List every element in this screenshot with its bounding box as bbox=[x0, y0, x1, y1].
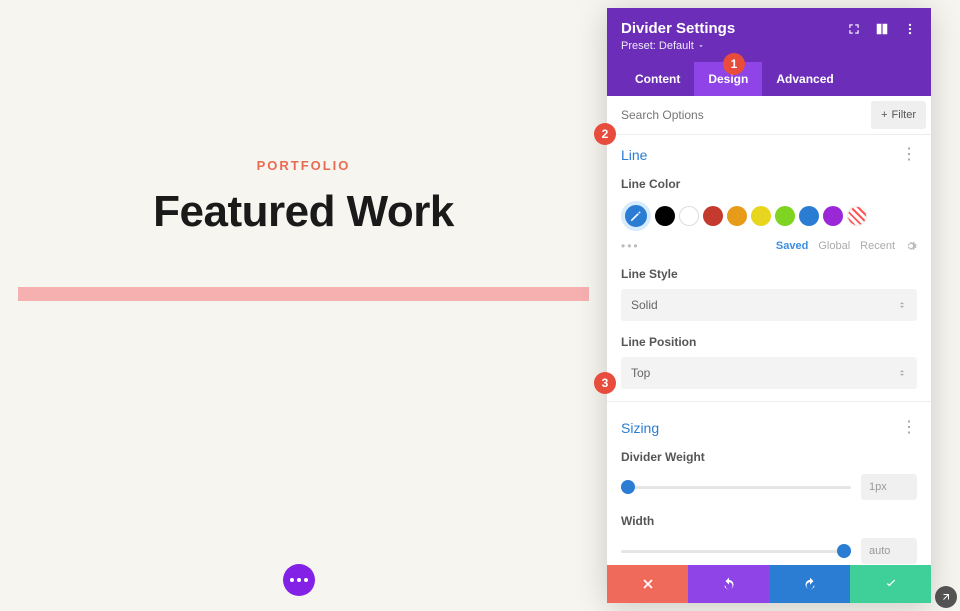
swatch-yellow[interactable] bbox=[751, 206, 771, 226]
page-preview: PORTFOLIO Featured Work bbox=[0, 0, 607, 301]
divider-weight-value[interactable]: 1px bbox=[861, 474, 917, 500]
tab-advanced[interactable]: Advanced bbox=[762, 62, 847, 96]
section-sizing-menu[interactable]: ⋮ bbox=[901, 420, 917, 436]
width-value[interactable]: auto bbox=[861, 538, 917, 564]
section-sizing-title[interactable]: Sizing bbox=[621, 420, 659, 436]
swatch-none[interactable] bbox=[847, 206, 867, 226]
section-line: Line ⋮ Line Color ••• bbox=[607, 135, 931, 395]
swatch-white[interactable] bbox=[679, 206, 699, 226]
settings-panel: Divider Settings Preset: Default Content… bbox=[607, 8, 931, 603]
panel-footer bbox=[607, 565, 931, 603]
undo-button[interactable] bbox=[688, 565, 769, 603]
annotation-2: 2 bbox=[594, 123, 616, 145]
annotation-3: 3 bbox=[594, 372, 616, 394]
width-label: Width bbox=[621, 514, 917, 528]
section-line-menu[interactable]: ⋮ bbox=[901, 147, 917, 163]
palette-saved[interactable]: Saved bbox=[776, 240, 808, 252]
divider-weight-label: Divider Weight bbox=[621, 450, 917, 464]
swatch-purple[interactable] bbox=[823, 206, 843, 226]
line-color-label: Line Color bbox=[621, 177, 917, 191]
resize-handle[interactable] bbox=[935, 586, 957, 608]
annotation-1: 1 bbox=[723, 53, 745, 75]
preset-selector[interactable]: Preset: Default bbox=[621, 40, 917, 52]
kebab-icon[interactable] bbox=[903, 22, 917, 36]
section-sizing: Sizing ⋮ Divider Weight 1px Width auto M… bbox=[607, 408, 931, 565]
color-swatches bbox=[621, 201, 917, 231]
page-title: Featured Work bbox=[0, 187, 607, 237]
page-subtitle: PORTFOLIO bbox=[0, 158, 607, 173]
tab-content[interactable]: Content bbox=[621, 62, 694, 96]
line-style-select[interactable]: Solid bbox=[621, 289, 917, 321]
swatch-more[interactable]: ••• bbox=[621, 239, 640, 253]
divider-weight-slider[interactable] bbox=[621, 486, 851, 489]
swatch-black[interactable] bbox=[655, 206, 675, 226]
columns-icon[interactable] bbox=[875, 22, 889, 36]
swatch-red[interactable] bbox=[703, 206, 723, 226]
cancel-button[interactable] bbox=[607, 565, 688, 603]
save-button[interactable] bbox=[850, 565, 931, 603]
swatch-green[interactable] bbox=[775, 206, 795, 226]
swatch-orange[interactable] bbox=[727, 206, 747, 226]
line-position-select[interactable]: Top bbox=[621, 357, 917, 389]
search-input[interactable] bbox=[607, 96, 871, 134]
section-line-title[interactable]: Line bbox=[621, 147, 647, 163]
swatch-blue[interactable] bbox=[799, 206, 819, 226]
gear-icon[interactable] bbox=[905, 240, 917, 252]
panel-body: Line ⋮ Line Color ••• bbox=[607, 135, 931, 565]
filter-button[interactable]: +Filter bbox=[871, 101, 926, 129]
panel-header: Divider Settings Preset: Default Content… bbox=[607, 8, 931, 96]
expand-icon[interactable] bbox=[847, 22, 861, 36]
swatch-picker[interactable] bbox=[621, 201, 651, 231]
fab-more-button[interactable] bbox=[283, 564, 315, 596]
redo-button[interactable] bbox=[769, 565, 850, 603]
divider-module-preview[interactable] bbox=[18, 287, 589, 301]
panel-title: Divider Settings bbox=[621, 20, 735, 37]
line-style-label: Line Style bbox=[621, 267, 917, 281]
palette-global[interactable]: Global bbox=[818, 240, 850, 252]
line-position-label: Line Position bbox=[621, 335, 917, 349]
palette-recent[interactable]: Recent bbox=[860, 240, 895, 252]
width-slider[interactable] bbox=[621, 550, 851, 553]
